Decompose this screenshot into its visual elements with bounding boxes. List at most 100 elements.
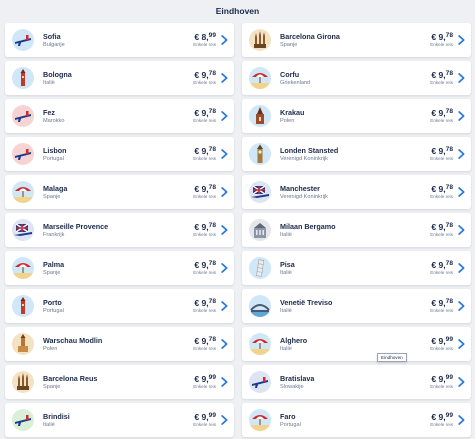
destination-card[interactable]: Fez Marokko € 9,78 Enkele reis bbox=[5, 99, 234, 133]
chevron-right-icon[interactable] bbox=[457, 376, 465, 388]
destination-country: Italië bbox=[280, 307, 292, 314]
destination-price: € 9,78 bbox=[431, 146, 453, 156]
chevron-right-icon[interactable] bbox=[457, 72, 465, 84]
beach-umbrella-icon bbox=[249, 67, 271, 89]
destination-card[interactable]: Lisbon Portugal € 9,78 Enkele reis bbox=[5, 137, 234, 171]
trip-type-label: Enkele reis bbox=[193, 308, 216, 313]
chevron-right-icon[interactable] bbox=[457, 224, 465, 236]
chevron-right-icon[interactable] bbox=[220, 224, 228, 236]
destination-card[interactable]: Palma Spanje € 9,78 Enkele reis bbox=[5, 251, 234, 285]
chevron-right-icon[interactable] bbox=[457, 300, 465, 312]
price-box: € 9,78 Enkele reis bbox=[193, 146, 216, 162]
chevron-right-icon[interactable] bbox=[457, 186, 465, 198]
destination-card[interactable]: Malaga Spanje € 9,78 Enkele reis bbox=[5, 175, 234, 209]
chevron-right-icon[interactable] bbox=[457, 338, 465, 350]
chevron-right-icon[interactable] bbox=[220, 262, 228, 274]
price-box: € 9,99 Enkele reis bbox=[430, 412, 453, 428]
chevron-right-icon[interactable] bbox=[457, 110, 465, 122]
destination-country: Polen bbox=[43, 345, 58, 352]
destination-card[interactable]: Pisa Italië € 9,78 Enkele reis bbox=[242, 251, 471, 285]
tooltip: Eindhoven bbox=[377, 353, 407, 362]
page-title: Eindhoven bbox=[215, 6, 260, 16]
chevron-right-icon[interactable] bbox=[457, 262, 465, 274]
destination-price: € 9,78 bbox=[431, 260, 453, 270]
destination-card[interactable]: Venetië Treviso Italië € 9,78 Enkele rei… bbox=[242, 289, 471, 323]
destination-grid: Sofia Bulgarije € 8,99 Enkele reis Barce… bbox=[5, 23, 471, 437]
trip-type-label: Enkele reis bbox=[193, 346, 216, 351]
destination-card[interactable]: Barcelona Reus Spanje € 9,99 Enkele reis bbox=[5, 365, 234, 399]
chevron-right-icon[interactable] bbox=[220, 338, 228, 350]
plane-flag-icon bbox=[249, 181, 271, 203]
price-box: € 9,99 Enkele reis bbox=[430, 374, 453, 390]
beach-umbrella-icon bbox=[12, 181, 34, 203]
chevron-right-icon[interactable] bbox=[220, 300, 228, 312]
destination-card[interactable]: Londen Stansted Verenigd Koninkrijk € 9,… bbox=[242, 137, 471, 171]
destination-price: € 9,99 bbox=[194, 374, 216, 384]
destination-card[interactable]: Barcelona Girona Spanje € 9,78 Enkele re… bbox=[242, 23, 471, 57]
trip-type-label: Enkele reis bbox=[430, 118, 453, 123]
trip-type-label: Enkele reis bbox=[430, 194, 453, 199]
price-box: € 9,78 Enkele reis bbox=[193, 70, 216, 86]
chevron-right-icon[interactable] bbox=[220, 376, 228, 388]
destination-card[interactable]: Alghero Italië € 9,99 Enkele reis bbox=[242, 327, 471, 361]
destination-country: Italië bbox=[43, 421, 55, 428]
destination-price: € 9,78 bbox=[431, 108, 453, 118]
plane-icon bbox=[12, 143, 34, 165]
destination-card[interactable]: Milaan Bergamo Italië € 9,78 Enkele reis bbox=[242, 213, 471, 247]
destination-price: € 9,78 bbox=[194, 222, 216, 232]
price-box: € 9,78 Enkele reis bbox=[193, 336, 216, 352]
destination-price: € 9,99 bbox=[431, 374, 453, 384]
destination-city: Barcelona Girona bbox=[280, 31, 340, 41]
price-box: € 9,99 Enkele reis bbox=[430, 336, 453, 352]
destination-card[interactable]: Krakau Polen € 9,78 Enkele reis bbox=[242, 99, 471, 133]
plane-icon bbox=[12, 409, 34, 431]
destination-card[interactable]: Faro Portugal € 9,99 Enkele reis bbox=[242, 403, 471, 437]
destination-city: Londen Stansted bbox=[280, 145, 339, 155]
chevron-right-icon[interactable] bbox=[457, 34, 465, 46]
destination-country: Spanje bbox=[43, 269, 61, 276]
chevron-right-icon[interactable] bbox=[220, 72, 228, 84]
destination-card[interactable]: Bratislava Slowakije € 9,99 Enkele reis bbox=[242, 365, 471, 399]
chevron-right-icon[interactable] bbox=[220, 186, 228, 198]
plane-icon bbox=[12, 29, 34, 51]
trip-type-label: Enkele reis bbox=[430, 156, 453, 161]
trip-type-label: Enkele reis bbox=[193, 118, 216, 123]
chevron-right-icon[interactable] bbox=[220, 148, 228, 160]
big-ben-icon bbox=[249, 143, 271, 165]
price-box: € 9,78 Enkele reis bbox=[430, 184, 453, 200]
destination-card[interactable]: Brindisi Italië € 9,99 Enkele reis bbox=[5, 403, 234, 437]
destination-card[interactable]: Bologna Italië € 9,78 Enkele reis bbox=[5, 61, 234, 95]
price-box: € 9,99 Enkele reis bbox=[193, 412, 216, 428]
destination-city: Alghero bbox=[280, 335, 308, 345]
destination-card[interactable]: Porto Portugal € 9,78 Enkele reis bbox=[5, 289, 234, 323]
destination-city: Brindisi bbox=[43, 411, 70, 421]
destination-city: Lisbon bbox=[43, 145, 67, 155]
destination-price: € 9,78 bbox=[194, 184, 216, 194]
destination-price: € 9,78 bbox=[431, 184, 453, 194]
trip-type-label: Enkele reis bbox=[193, 384, 216, 389]
destination-price: € 9,78 bbox=[194, 70, 216, 80]
destination-card[interactable]: Manchester Verenigd Koninkrijk € 9,78 En… bbox=[242, 175, 471, 209]
destination-country: Italië bbox=[43, 79, 55, 86]
price-box: € 9,78 Enkele reis bbox=[430, 32, 453, 48]
destination-price: € 9,78 bbox=[431, 222, 453, 232]
destination-card[interactable]: Marseille Provence Frankrijk € 9,78 Enke… bbox=[5, 213, 234, 247]
price-box: € 9,78 Enkele reis bbox=[193, 298, 216, 314]
destination-city: Fez bbox=[43, 107, 55, 117]
destination-card[interactable]: Corfu Griekenland € 9,78 Enkele reis bbox=[242, 61, 471, 95]
plane-icon bbox=[249, 371, 271, 393]
chevron-right-icon[interactable] bbox=[457, 414, 465, 426]
tower-icon bbox=[12, 67, 34, 89]
price-box: € 9,78 Enkele reis bbox=[430, 298, 453, 314]
destination-price: € 9,78 bbox=[194, 336, 216, 346]
destination-card[interactable]: Warschau Modlin Polen € 9,78 Enkele reis bbox=[5, 327, 234, 361]
destination-city: Barcelona Reus bbox=[43, 373, 98, 383]
destination-card[interactable]: Sofia Bulgarije € 8,99 Enkele reis bbox=[5, 23, 234, 57]
destination-city: Marseille Provence bbox=[43, 221, 109, 231]
chevron-right-icon[interactable] bbox=[457, 148, 465, 160]
trip-type-label: Enkele reis bbox=[193, 156, 216, 161]
chevron-right-icon[interactable] bbox=[220, 34, 228, 46]
destination-price: € 9,99 bbox=[431, 336, 453, 346]
chevron-right-icon[interactable] bbox=[220, 110, 228, 122]
chevron-right-icon[interactable] bbox=[220, 414, 228, 426]
